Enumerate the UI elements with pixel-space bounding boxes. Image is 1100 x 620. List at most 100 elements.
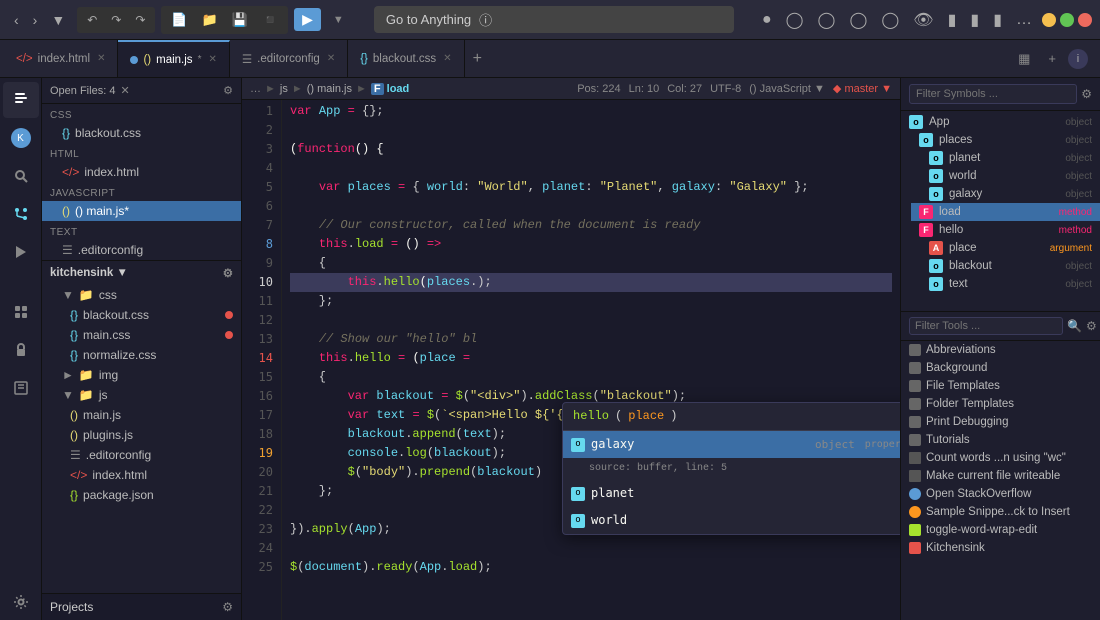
sidebar-icon-settings[interactable] (3, 584, 39, 620)
sidebar-icon-lock[interactable] (3, 332, 39, 368)
breadcrumb-js[interactable]: js (280, 83, 288, 95)
panel-toggle-button[interactable]: + (1042, 47, 1062, 70)
save-button[interactable]: 💾 (226, 8, 254, 32)
tab-close-index-html[interactable]: ✕ (97, 53, 105, 64)
circle-button4[interactable]: ◯ (877, 8, 903, 32)
folder-css[interactable]: ▼ 📁 css (42, 285, 241, 305)
split-view-button[interactable]: ▦ (1012, 47, 1036, 71)
file-index-html-2[interactable]: </> index.html (42, 465, 241, 485)
open-files-close[interactable]: ✕ (121, 85, 130, 97)
layout-button1[interactable]: ▮ (944, 8, 961, 32)
tab-editorconfig[interactable]: ☰ .editorconfig ✕ (230, 40, 348, 77)
ac-item-planet[interactable]: o planet object (563, 480, 900, 507)
circle-button2[interactable]: ◯ (814, 8, 840, 32)
layout-button2[interactable]: ▮ (966, 8, 983, 32)
filter-symbols-input[interactable] (909, 84, 1077, 104)
tool-folder-templates[interactable]: Folder Templates (901, 395, 1100, 413)
nav-dropdown-button[interactable]: ▼ (45, 8, 71, 32)
tool-count-words[interactable]: Count words ...n using "wc" (901, 449, 1100, 467)
file-main-js[interactable]: () () main.js* (42, 201, 241, 221)
file-editorconfig-2[interactable]: ☰ .editorconfig (42, 445, 241, 465)
layout-button3[interactable]: ▮ (989, 8, 1006, 32)
eye-button[interactable]: 👁 (909, 8, 937, 32)
sym-blackout[interactable]: o blackout object (921, 257, 1100, 275)
tab-close-main-js[interactable]: ✕ (208, 54, 216, 65)
ac-item-galaxy[interactable]: o galaxy object properties: 0 (563, 431, 900, 458)
tools-search-button[interactable]: 🔍 (1067, 319, 1082, 333)
tool-toggle-word-wrap[interactable]: toggle-word-wrap-edit (901, 521, 1100, 539)
undo-button[interactable]: ↶ (81, 9, 103, 31)
file-normalize-css[interactable]: {} normalize.css (42, 345, 241, 365)
sym-App[interactable]: o App object (901, 113, 1100, 131)
breadcrumb-mainjs[interactable]: () main.js (307, 83, 352, 95)
file-blackout-css[interactable]: {} blackout.css (42, 123, 241, 143)
project-header[interactable]: kitchensink ▼ ⚙ (42, 261, 241, 285)
circle-button1[interactable]: ◯ (782, 8, 808, 32)
tab-blackout-css[interactable]: {} blackout.css ✕ (348, 40, 464, 77)
tab-index-html[interactable]: </> index.html ✕ (4, 40, 118, 77)
sym-galaxy[interactable]: o galaxy object (921, 185, 1100, 203)
sym-places[interactable]: o places object (911, 131, 1100, 149)
sym-world[interactable]: o world object (921, 167, 1100, 185)
new-tab-button[interactable]: + (465, 50, 490, 68)
file-package-json[interactable]: {} package.json (42, 485, 241, 505)
file-main-js-2[interactable]: () main.js (42, 405, 241, 425)
sym-planet[interactable]: o planet object (921, 149, 1100, 167)
play-button[interactable]: ▶ (294, 8, 321, 31)
sidebar-icon-run[interactable] (3, 234, 39, 270)
branch-display[interactable]: ◆ master ▼ (833, 82, 892, 95)
breadcrumb-load[interactable]: F load (371, 83, 409, 95)
filter-tools-input[interactable] (909, 317, 1063, 335)
save-all-button[interactable]: ◾ (256, 8, 284, 32)
platform-dropdown[interactable]: ▼ (327, 10, 350, 30)
search-input-wrap[interactable]: Go to Anything ⓘ (374, 6, 734, 33)
folder-js[interactable]: ▼ 📁 js (42, 385, 241, 405)
record-button[interactable]: ● (758, 9, 776, 31)
tab-close-blackout-css[interactable]: ✕ (443, 53, 451, 64)
sidebar-icon-avatar[interactable]: K (3, 120, 39, 156)
redo-button[interactable]: ↷ (105, 9, 127, 31)
tool-background[interactable]: Background (901, 359, 1100, 377)
sidebar-icon-book[interactable] (3, 370, 39, 406)
tool-sample-snippet[interactable]: Sample Snippe...ck to Insert (901, 503, 1100, 521)
sym-hello[interactable]: F hello method (911, 221, 1100, 239)
file-editorconfig[interactable]: ☰ .editorconfig (42, 240, 241, 260)
symbols-settings-button[interactable]: ⚙ (1081, 87, 1092, 101)
tool-file-templates[interactable]: File Templates (901, 377, 1100, 395)
sidebar-icon-search[interactable] (3, 158, 39, 194)
tool-print-debugging[interactable]: Print Debugging (901, 413, 1100, 431)
open-folder-button[interactable]: 📁 (196, 8, 224, 32)
tools-settings-button[interactable]: ⚙ (1086, 319, 1097, 333)
tool-abbreviations[interactable]: Abbreviations (901, 341, 1100, 359)
maximize-button[interactable] (1060, 13, 1074, 27)
minimize-button[interactable] (1042, 13, 1056, 27)
nav-back-button[interactable]: ‹ (8, 8, 25, 32)
circle-button3[interactable]: ◯ (845, 8, 871, 32)
projects-gear-icon[interactable]: ⚙ (222, 600, 233, 614)
sidebar-icon-git[interactable] (3, 196, 39, 232)
file-blackout-css-2[interactable]: {} blackout.css (42, 305, 241, 325)
file-plugins-js[interactable]: () plugins.js (42, 425, 241, 445)
new-file-button[interactable]: 📄 (165, 8, 193, 32)
panel-settings-icon[interactable]: ⚙ (223, 84, 233, 97)
nav-forward-button[interactable]: › (27, 8, 44, 32)
ac-item-world[interactable]: o world object (563, 507, 900, 534)
redo2-button[interactable]: ↷ (129, 9, 151, 31)
close-button[interactable] (1078, 13, 1092, 27)
tool-stackoverflow[interactable]: Open StackOverflow (901, 485, 1100, 503)
sidebar-icon-files[interactable] (3, 82, 39, 118)
editor-content[interactable]: var App = {}; (function() { var places =… (282, 100, 900, 620)
tab-close-editorconfig[interactable]: ✕ (327, 53, 335, 64)
more-options-button[interactable]: … (1012, 9, 1036, 31)
info-button[interactable]: i (1068, 49, 1088, 69)
tool-tutorials[interactable]: Tutorials (901, 431, 1100, 449)
folder-img[interactable]: ► 📁 img (42, 365, 241, 385)
tool-kitchensink[interactable]: Kitchensink (901, 539, 1100, 557)
lang-display[interactable]: () JavaScript ▼ (749, 83, 825, 95)
sym-place[interactable]: A place argument (921, 239, 1100, 257)
sidebar-icon-extensions[interactable] (3, 294, 39, 330)
sym-load[interactable]: F load method (911, 203, 1100, 221)
sym-text[interactable]: o text object (921, 275, 1100, 293)
file-index-html[interactable]: </> index.html (42, 162, 241, 182)
projects-label[interactable]: Projects (50, 600, 93, 614)
